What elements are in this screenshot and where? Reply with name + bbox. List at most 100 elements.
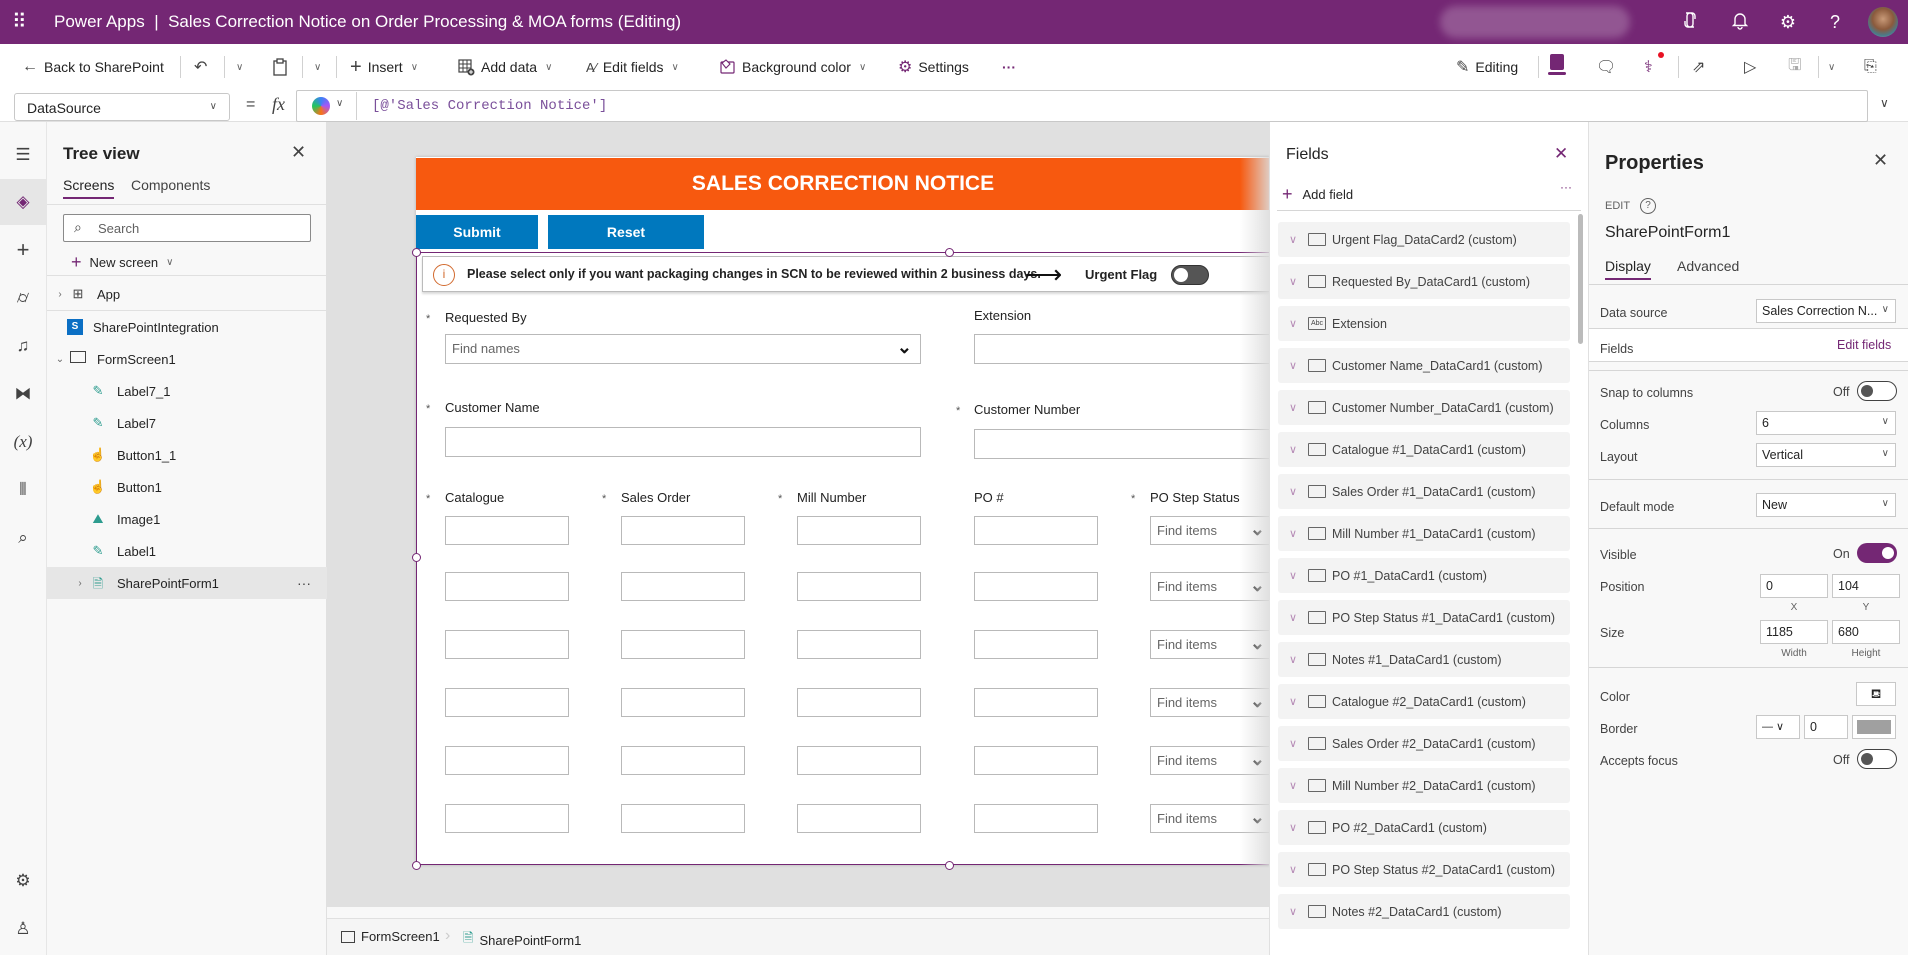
width-input[interactable]: 1185 xyxy=(1760,620,1828,644)
chevron-down-icon[interactable]: ∨ xyxy=(1278,233,1308,246)
back-to-sharepoint-button[interactable]: ← Back to SharePoint xyxy=(22,54,164,80)
app-checker-notes-button[interactable] xyxy=(1548,54,1566,80)
insert-button[interactable]: + Insert ∨ xyxy=(350,54,418,80)
settings-button[interactable]: ⚙ Settings xyxy=(898,54,969,80)
position-y-input[interactable]: 104 xyxy=(1832,574,1900,598)
preview-button[interactable]: ▷ xyxy=(1744,54,1756,80)
bell-icon[interactable] xyxy=(1728,10,1752,34)
share-button[interactable]: ⇗ xyxy=(1692,54,1705,80)
save-button[interactable]: 🖫 xyxy=(1788,54,1802,80)
default-mode-dropdown[interactable]: New ∨ xyxy=(1756,493,1896,517)
field-card[interactable]: ∨ Customer Name_DataCard1 (custom) xyxy=(1278,348,1570,383)
field-card[interactable]: ∨ Mill Number #1_DataCard1 (custom) xyxy=(1278,516,1570,551)
copilot-bot-icon[interactable]: ♙ xyxy=(0,906,46,952)
avatar[interactable] xyxy=(1868,7,1898,37)
paste-button[interactable] xyxy=(272,54,288,80)
data-cylinder-icon[interactable]: ⌭ xyxy=(0,275,46,321)
add-field-button[interactable]: + Add field xyxy=(1282,184,1353,205)
field-card[interactable]: ∨ Notes #2_DataCard1 (custom) xyxy=(1278,894,1570,929)
chevron-down-icon[interactable]: ∨ xyxy=(1278,443,1308,456)
tree-view-layers-icon[interactable]: ◈ xyxy=(0,179,46,225)
chevron-down-icon[interactable]: ∨ xyxy=(1278,653,1308,666)
close-icon[interactable]: ✕ xyxy=(1873,150,1888,171)
editing-mode-button[interactable]: ✎ Editing xyxy=(1456,54,1518,80)
field-card[interactable]: ∨ Catalogue #1_DataCard1 (custom) xyxy=(1278,432,1570,467)
insert-plus-icon[interactable]: + xyxy=(0,227,46,273)
more-commands-button[interactable]: ··· xyxy=(1002,54,1016,80)
undo-button[interactable]: ↶ xyxy=(194,54,207,80)
help-icon[interactable]: ? xyxy=(1823,10,1847,34)
tree-item-button1[interactable]: ☝ Button1 xyxy=(47,471,327,503)
tree-item-formscreen1[interactable]: ⌄ FormScreen1 xyxy=(47,343,327,375)
position-x-input[interactable]: 0 xyxy=(1760,574,1828,598)
form-selection-border[interactable] xyxy=(416,252,1270,865)
field-card[interactable]: ∨ PO Step Status #1_DataCard1 (custom) xyxy=(1278,600,1570,635)
chevron-down-icon[interactable]: ⌄ xyxy=(53,354,67,365)
resize-handle[interactable] xyxy=(945,861,954,870)
power-automate-icon[interactable]: ⧓ xyxy=(0,371,46,417)
field-card[interactable]: ∨ PO #1_DataCard1 (custom) xyxy=(1278,558,1570,593)
background-color-button[interactable]: Background color ∨ xyxy=(718,54,866,80)
tab-display[interactable]: Display xyxy=(1605,258,1651,280)
close-icon[interactable]: ✕ xyxy=(291,142,306,163)
tab-components[interactable]: Components xyxy=(131,177,210,193)
chevron-down-icon[interactable]: ∨ xyxy=(1278,527,1308,540)
columns-dropdown[interactable]: 6 ∨ xyxy=(1756,411,1896,435)
field-card[interactable]: ∨ Customer Number_DataCard1 (custom) xyxy=(1278,390,1570,425)
media-icon[interactable]: ♫ xyxy=(0,323,46,369)
tab-screens[interactable]: Screens xyxy=(63,177,115,199)
variables-icon[interactable]: (x) xyxy=(0,419,46,465)
height-input[interactable]: 680 xyxy=(1832,620,1900,644)
chevron-right-icon[interactable]: › xyxy=(73,578,87,589)
field-card[interactable]: ∨ Abc Extension xyxy=(1278,306,1570,341)
field-card[interactable]: ∨ PO #2_DataCard1 (custom) xyxy=(1278,810,1570,845)
field-card[interactable]: ∨ Notes #1_DataCard1 (custom) xyxy=(1278,642,1570,677)
add-data-button[interactable]: Add data ∨ xyxy=(458,54,552,80)
tree-item-app[interactable]: › ⊞ App xyxy=(47,278,327,310)
chevron-down-icon[interactable]: ∨ xyxy=(1278,695,1308,708)
chevron-down-icon[interactable]: ∨ xyxy=(1278,737,1308,750)
breadcrumb-sharepointform1[interactable]: 🗎 SharePointForm1 xyxy=(463,929,581,951)
undo-dropdown[interactable]: ∨ xyxy=(234,54,243,80)
chevron-down-icon[interactable]: ∨ xyxy=(1278,779,1308,792)
field-card[interactable]: ∨ Urgent Flag_DataCard2 (custom) xyxy=(1278,222,1570,257)
expand-formula-icon[interactable]: ∨ xyxy=(1880,96,1889,110)
breadcrumb-formscreen1[interactable]: FormScreen1 xyxy=(341,929,440,944)
submit-button[interactable]: Submit xyxy=(416,215,538,249)
more-options-icon[interactable]: ··· xyxy=(297,575,311,591)
field-card[interactable]: ∨ Mill Number #2_DataCard1 (custom) xyxy=(1278,768,1570,803)
border-color-button[interactable] xyxy=(1852,715,1896,739)
border-style-dropdown[interactable]: — ∨ xyxy=(1756,715,1800,739)
gear-icon[interactable]: ⚙ xyxy=(1776,10,1800,34)
settings-gear-icon[interactable]: ⚙ xyxy=(0,858,46,904)
property-selector[interactable]: DataSource ∨ xyxy=(14,93,230,121)
snap-to-columns-toggle[interactable] xyxy=(1857,381,1897,401)
copilot-icon[interactable] xyxy=(1678,10,1702,34)
field-card[interactable]: ∨ Sales Order #1_DataCard1 (custom) xyxy=(1278,474,1570,509)
tree-item-sharepointform1[interactable]: › 🗎 SharePointForm1 ··· xyxy=(47,567,327,599)
formula-text[interactable]: [@'Sales Correction Notice'] xyxy=(372,98,607,114)
chevron-down-icon[interactable]: ∨ xyxy=(1278,317,1308,330)
chevron-down-icon[interactable]: ∨ xyxy=(1278,611,1308,624)
paste-dropdown[interactable]: ∨ xyxy=(312,54,321,80)
publish-button[interactable]: ⎘ xyxy=(1864,54,1877,80)
edit-fields-link[interactable]: Edit fields xyxy=(1837,338,1891,352)
resize-handle[interactable] xyxy=(945,248,954,257)
new-screen-button[interactable]: + New screen ∨ xyxy=(71,252,173,273)
tab-advanced[interactable]: Advanced xyxy=(1677,258,1739,274)
chevron-down-icon[interactable]: ∨ xyxy=(1278,401,1308,414)
visible-toggle[interactable] xyxy=(1857,543,1897,563)
resize-handle[interactable] xyxy=(412,248,421,257)
advanced-tools-icon[interactable]: ⫴ xyxy=(0,467,46,513)
tree-item-label7[interactable]: ✎ Label7 xyxy=(47,407,327,439)
field-card[interactable]: ∨ Catalogue #2_DataCard1 (custom) xyxy=(1278,684,1570,719)
search-icon[interactable]: ⌕ xyxy=(0,515,46,561)
hamburger-icon[interactable]: ☰ xyxy=(0,132,46,178)
layout-dropdown[interactable]: Vertical ∨ xyxy=(1756,443,1896,467)
tree-item-label7-1[interactable]: ✎ Label7_1 xyxy=(47,375,327,407)
more-options-icon[interactable]: ··· xyxy=(1560,180,1572,194)
chevron-right-icon[interactable]: › xyxy=(53,289,67,300)
chevron-down-icon[interactable]: ∨ xyxy=(1278,821,1308,834)
field-card[interactable]: ∨ Sales Order #2_DataCard1 (custom) xyxy=(1278,726,1570,761)
color-picker-button[interactable]: ⛾ xyxy=(1856,682,1896,706)
